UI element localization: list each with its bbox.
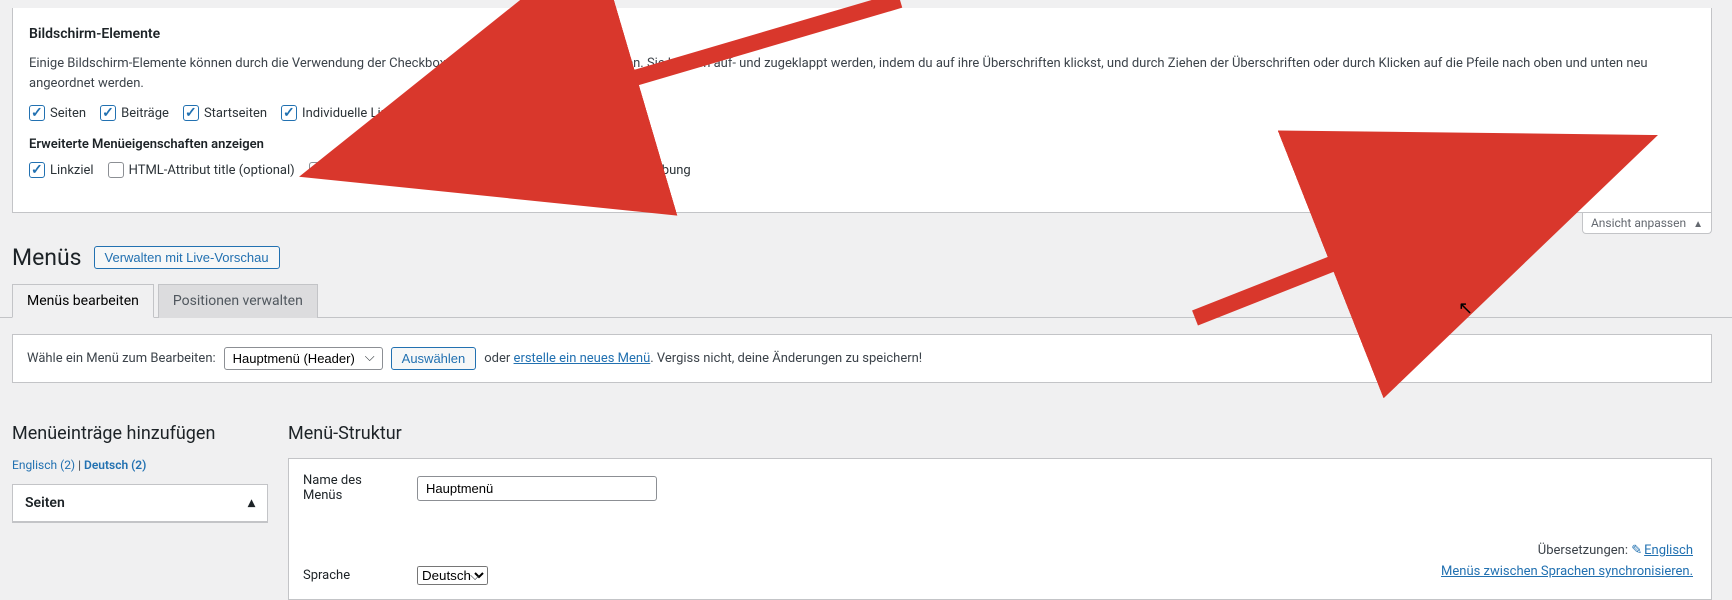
screen-box-item[interactable]: Beiträge <box>100 105 169 121</box>
columns: Menüeinträge hinzufügen Englisch (2) | D… <box>0 383 1732 600</box>
advanced-prop-label: Linkziel <box>50 163 94 178</box>
screen-box-label: Seiten <box>50 106 86 121</box>
advanced-prop-item[interactable]: Beschreibung <box>591 162 691 178</box>
caret-up-icon: ▲ <box>1693 219 1703 230</box>
screen-box-label: Individuelle Links <box>302 106 401 121</box>
sync-menus-link[interactable]: Menüs zwischen Sprachen synchronisieren. <box>1441 564 1693 579</box>
advanced-prop-checkbox[interactable] <box>29 162 45 178</box>
caret-up-icon: ▴ <box>248 495 255 511</box>
translations-label: Übersetzungen: <box>1538 543 1628 558</box>
language-switcher: Englisch (2) | Deutsch (2) <box>12 458 268 472</box>
advanced-prop-label: Beschreibung <box>612 163 691 178</box>
advanced-prop-item[interactable]: CSS-Klassen <box>309 162 403 178</box>
menu-structure-box: Name des Menüs Sprache Deutsch Übersetzu… <box>288 458 1712 600</box>
screen-box-label: Startseiten <box>204 106 267 121</box>
advanced-prop-item[interactable]: Link-Beziehungen (XFN) <box>417 162 577 178</box>
screen-box-checkbox[interactable] <box>100 105 116 121</box>
tab-manage-positions[interactable]: Positionen verwalten <box>158 284 318 318</box>
advanced-prop-label: Link-Beziehungen (XFN) <box>438 163 577 178</box>
page-header: Menüs Verwalten mit Live-Vorschau <box>0 234 1732 281</box>
advanced-prop-checkbox[interactable] <box>309 162 325 178</box>
advanced-prop-checkbox[interactable] <box>417 162 433 178</box>
screen-options-desc: Einige Bildschirm-Elemente können durch … <box>29 54 1695 93</box>
screen-options-panel: Bildschirm-Elemente Einige Bildschirm-El… <box>12 8 1712 213</box>
screen-box-checkbox[interactable] <box>513 105 529 121</box>
advanced-prop-checkbox[interactable] <box>108 162 124 178</box>
screen-box-item[interactable]: Startseiten <box>183 105 267 121</box>
menu-name-row: Name des Menüs <box>303 473 1697 503</box>
screen-options-tab[interactable]: Ansicht anpassen ▲ <box>1582 213 1712 234</box>
screen-box-item[interactable]: Kategorien <box>415 105 499 121</box>
advanced-prop-label: CSS-Klassen <box>330 163 403 178</box>
left-column: Menüeinträge hinzufügen Englisch (2) | D… <box>12 423 268 600</box>
screen-tab-label: Ansicht anpassen <box>1591 216 1686 230</box>
screen-box-checkbox[interactable] <box>281 105 297 121</box>
page-title: Menüs <box>12 244 82 271</box>
menu-name-input[interactable] <box>417 476 657 501</box>
advanced-prop-checkbox[interactable] <box>591 162 607 178</box>
add-items-heading: Menüeinträge hinzufügen <box>12 423 268 444</box>
pages-metabox-title: Seiten <box>25 495 65 511</box>
tab-edit-menus[interactable]: Menüs bearbeiten <box>12 284 154 318</box>
screen-box-item[interactable]: Individuelle Links <box>281 105 401 121</box>
screen-box-checkbox[interactable] <box>29 105 45 121</box>
screen-box-item[interactable]: Seiten <box>29 105 86 121</box>
translation-links: Übersetzungen: ✎Englisch Menüs zwischen … <box>1441 533 1697 585</box>
translation-english-link[interactable]: Englisch <box>1644 543 1693 558</box>
screen-box-label: Schlagwörter <box>534 106 611 121</box>
lang-german-link[interactable]: Deutsch (2) <box>84 458 146 472</box>
menu-name-label: Name des Menüs <box>303 473 403 503</box>
advanced-checkbox-row: Linkziel HTML-Attribut title (optional) CS… <box>29 162 1695 178</box>
select-bar-text: oder erstelle ein neues Menü. Vergiss ni… <box>484 351 922 366</box>
advanced-prop-label: HTML-Attribut title (optional) <box>129 163 295 178</box>
menu-select-bar: Wähle ein Menü zum Bearbeiten: Hauptmenü… <box>12 334 1712 383</box>
screen-box-checkbox[interactable] <box>415 105 431 121</box>
pencil-icon: ✎ <box>1631 543 1642 558</box>
screen-options-checkbox-row: Seiten Beiträge Startseiten Individuelle Li… <box>29 105 1695 121</box>
live-preview-button[interactable]: Verwalten mit Live-Vorschau <box>94 246 280 269</box>
right-column: Menü-Struktur Name des Menüs Sprache Deu… <box>288 423 1712 600</box>
pages-metabox: Seiten ▴ <box>12 484 268 523</box>
select-menu-button[interactable]: Auswählen <box>391 347 477 370</box>
create-new-menu-link[interactable]: erstelle ein neues Menü <box>514 351 651 366</box>
screen-tab-row: Ansicht anpassen ▲ <box>0 213 1732 234</box>
pages-metabox-header[interactable]: Seiten ▴ <box>13 485 267 522</box>
screen-box-item[interactable]: Schlagwörter <box>513 105 611 121</box>
menu-select-label: Wähle ein Menü zum Bearbeiten: <box>27 351 216 366</box>
menu-select[interactable]: Hauptmenü (Header) <box>224 347 383 370</box>
screen-options-title: Bildschirm-Elemente <box>29 26 1695 42</box>
advanced-prop-item[interactable]: Linkziel <box>29 162 94 178</box>
screen-box-label: Beiträge <box>121 106 169 121</box>
menu-structure-heading: Menü-Struktur <box>288 423 1712 444</box>
advanced-title: Erweiterte Menüeigenschaften anzeigen <box>29 137 1695 152</box>
nav-tabs: Menüs bearbeiten Positionen verwalten <box>0 283 1732 318</box>
screen-box-label: Kategorien <box>436 106 499 121</box>
language-label: Sprache <box>303 568 403 583</box>
screen-box-checkbox[interactable] <box>183 105 199 121</box>
lang-english-link[interactable]: Englisch (2) <box>12 458 75 472</box>
advanced-prop-item[interactable]: HTML-Attribut title (optional) <box>108 162 295 178</box>
